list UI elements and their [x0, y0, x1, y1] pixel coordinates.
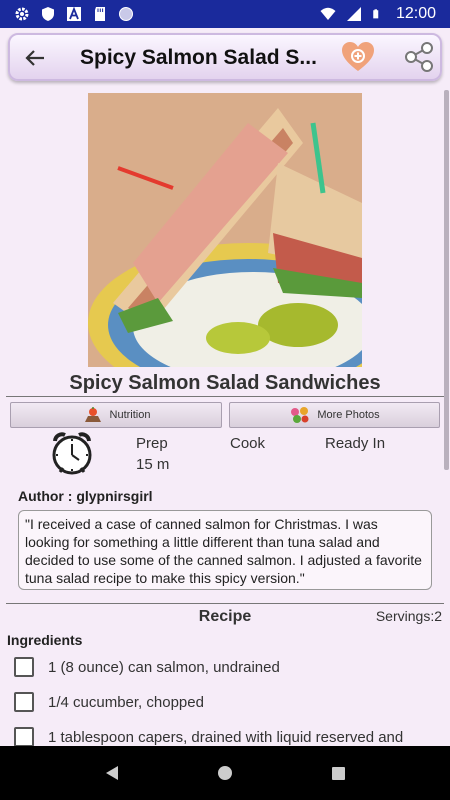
ingredient-item: 1 tablespoon capers, drained with liquid… — [14, 727, 403, 747]
app-bar-title: Spicy Salmon Salad S... — [80, 46, 317, 69]
nav-back-button[interactable] — [105, 766, 118, 780]
back-arrow-icon — [25, 50, 44, 66]
signal-icon — [346, 7, 361, 21]
prep-value: 15 m — [136, 456, 170, 473]
more-photos-label: More Photos — [317, 409, 380, 421]
scrollbar[interactable] — [444, 90, 449, 470]
alarm-clock-icon — [52, 432, 92, 475]
nav-recents-button[interactable] — [331, 766, 345, 780]
scale-icon — [84, 407, 101, 422]
nav-home-button[interactable] — [217, 766, 232, 780]
ingredient-item: 1 (8 ounce) can salmon, undrained — [14, 657, 280, 677]
share-button[interactable] — [403, 41, 435, 73]
servings-label: Servings:2 — [375, 608, 442, 624]
a-icon — [67, 6, 81, 21]
favorite-heart-icon — [342, 42, 374, 71]
ingredient-checkbox[interactable] — [14, 692, 34, 712]
more-photos-button[interactable]: More Photos — [229, 402, 440, 428]
prep-label: Prep — [136, 435, 168, 452]
circle-icon — [119, 7, 133, 21]
ingredient-text: 1/4 cucumber, chopped — [48, 693, 204, 711]
cook-label: Cook — [230, 435, 266, 452]
wifi-icon — [320, 7, 336, 20]
ingredient-text: 1 tablespoon capers, drained with liquid… — [48, 728, 404, 746]
status-time: 12:00 — [395, 5, 436, 22]
recipe-photo — [88, 93, 362, 367]
recipe-title: Spicy Salmon Salad Sandwiches — [69, 372, 381, 394]
ingredient-text: 1 (8 ounce) can salmon, undrained — [48, 658, 280, 676]
ingredient-checkbox[interactable] — [14, 727, 34, 747]
back-button[interactable] — [20, 43, 50, 73]
nutrition-label: Nutrition — [109, 409, 151, 421]
author-label: Author : glypnirsgirl — [18, 488, 153, 504]
system-nav-bar — [0, 746, 450, 800]
nutrition-button[interactable]: Nutrition — [10, 402, 222, 428]
ingredient-checkbox[interactable] — [14, 657, 34, 677]
shield-icon — [42, 7, 54, 21]
recipe-description: "I received a case of canned salmon for … — [18, 510, 432, 590]
battery-icon — [373, 9, 379, 19]
app-bar: Spicy Salmon Salad S... — [8, 33, 442, 81]
sd-card-icon — [95, 7, 105, 21]
favorite-button[interactable] — [340, 39, 376, 75]
divider — [6, 396, 444, 397]
status-bar: 12:00 — [0, 0, 450, 28]
ingredient-item: 1/4 cucumber, chopped — [14, 692, 204, 712]
gear-icon — [15, 7, 29, 21]
divider — [6, 603, 444, 604]
ready-in-label: Ready In — [325, 435, 386, 452]
ingredients-header: Ingredients — [7, 632, 83, 648]
share-icon — [405, 42, 433, 72]
photos-icon — [291, 407, 309, 423]
